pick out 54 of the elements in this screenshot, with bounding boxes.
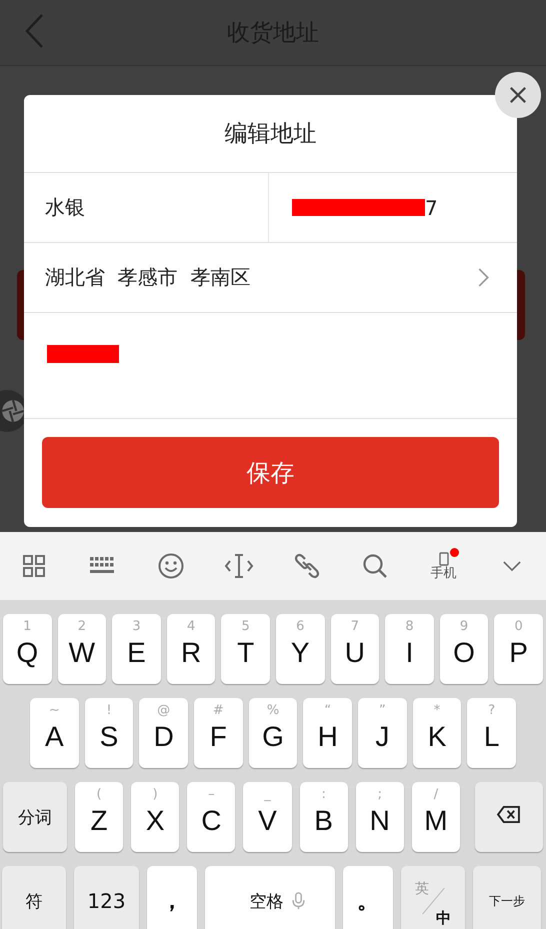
letter-key[interactable]: 6 Y (276, 614, 325, 684)
letter-key[interactable]: 0 P (494, 614, 543, 684)
phone-icon (438, 552, 449, 566)
letter-key[interactable]: * K (412, 698, 462, 768)
letter-key[interactable]: @ D (139, 698, 188, 768)
next-key[interactable]: 下一步 (473, 866, 541, 929)
smiley-icon[interactable] (158, 553, 184, 579)
letter-key[interactable]: 8 I (385, 614, 434, 684)
microphone-icon (292, 892, 304, 910)
punctuation-key[interactable]: 。 (343, 866, 393, 929)
letter-key[interactable]: 5 T (221, 614, 270, 684)
letter-key[interactable]: “ H (303, 698, 352, 768)
space-key[interactable]: 空格 (205, 866, 335, 929)
function-key[interactable]: 123 (74, 866, 139, 929)
close-icon (509, 86, 527, 104)
grid-icon[interactable] (22, 554, 46, 578)
region-text: 湖北省 孝感市 孝南区 (45, 264, 250, 291)
text-cursor-icon[interactable] (224, 553, 254, 579)
letter-key[interactable]: / M (412, 782, 460, 852)
chevron-right-icon (478, 268, 489, 287)
letter-key[interactable]: ; N (356, 782, 404, 852)
letter-key[interactable]: ~ A (30, 698, 79, 768)
letter-key[interactable]: 9 O (440, 614, 488, 684)
letter-key[interactable]: ( Z (75, 782, 124, 852)
letter-key[interactable]: 3 E (112, 614, 161, 684)
letter-key[interactable]: % G (248, 698, 298, 768)
letter-key[interactable]: – C (187, 782, 236, 852)
letter-key[interactable]: ! S (84, 698, 134, 768)
search-icon[interactable] (362, 553, 388, 579)
punctuation-key[interactable]: ， (147, 866, 197, 929)
link-icon[interactable] (294, 553, 320, 579)
keyboard-icon[interactable] (89, 556, 116, 576)
backspace-icon (496, 805, 522, 824)
letter-key[interactable]: ” J (358, 698, 407, 768)
phone-mode-button[interactable]: 手机 (430, 552, 457, 580)
letter-key[interactable]: 4 R (166, 614, 216, 684)
letter-key[interactable]: # F (194, 698, 243, 768)
letter-key[interactable]: 2 W (58, 614, 106, 684)
phone-field[interactable]: 7 (425, 196, 438, 220)
language-switch-key[interactable]: 英 中 (401, 866, 465, 929)
close-button[interactable] (495, 72, 541, 118)
letter-key[interactable]: 7 U (330, 614, 380, 684)
region-selector[interactable]: 湖北省 孝感市 孝南区 (24, 243, 517, 313)
chevron-down-icon[interactable] (502, 560, 521, 572)
backspace-key[interactable] (474, 782, 543, 852)
letter-key[interactable]: _ V (243, 782, 292, 852)
letter-key[interactable]: ) X (131, 782, 180, 852)
letter-key[interactable]: 1 Q (3, 614, 52, 684)
save-button[interactable]: 保存 (42, 437, 499, 508)
function-key[interactable]: 分词 (3, 782, 67, 852)
function-key[interactable]: 符 (2, 866, 66, 929)
letter-key[interactable]: : B (300, 782, 348, 852)
letter-key[interactable]: ? L (467, 698, 516, 768)
name-field[interactable]: 水银 (45, 194, 85, 221)
